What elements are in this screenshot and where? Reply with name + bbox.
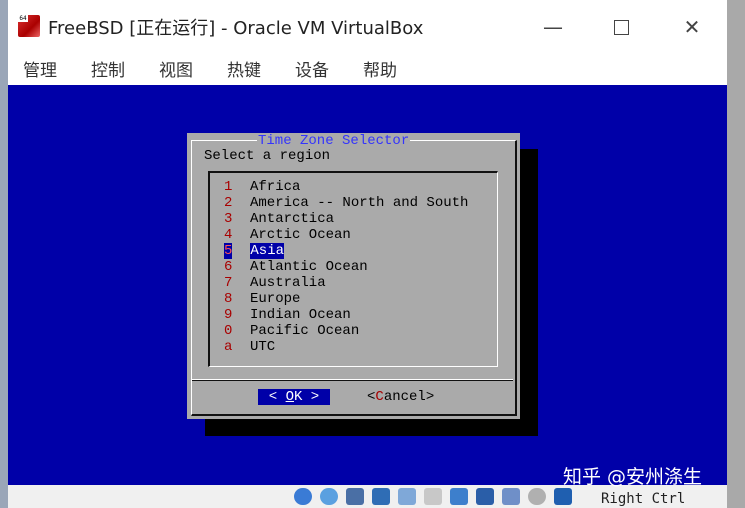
shared-folders-icon[interactable] <box>424 488 442 505</box>
hard-disk-icon[interactable] <box>294 488 312 505</box>
maximize-button[interactable] <box>608 14 634 40</box>
list-item-label: America -- North and South <box>250 195 469 211</box>
virtualbox-app-icon: 64 <box>18 15 40 37</box>
list-item[interactable]: 1 Africa <box>224 179 300 195</box>
minimize-button[interactable]: — <box>540 14 566 40</box>
list-item[interactable]: 4 Arctic Ocean <box>224 227 351 243</box>
watermark-text: 知乎 @安州涤生 <box>563 466 703 488</box>
cancel-button[interactable]: <Cancel> <box>367 389 434 405</box>
cancel-hotkey: C <box>375 389 384 405</box>
list-item[interactable]: a UTC <box>224 339 275 355</box>
list-item-key: 9 <box>224 307 233 323</box>
ok-hotkey: O <box>285 389 294 405</box>
list-item-label: Asia <box>250 243 285 259</box>
dialog-separator <box>192 379 513 381</box>
list-item-key: 0 <box>224 323 233 339</box>
menu-devices[interactable]: 设备 <box>295 56 329 81</box>
list-item-label: Indian Ocean <box>250 307 351 323</box>
dialog-title: Time Zone Selector <box>257 133 411 149</box>
list-item-key: 4 <box>224 227 233 243</box>
timezone-selector-dialog: Time Zone Selector Select a region 1 Afri… <box>187 133 520 419</box>
background-desktop-right <box>727 0 745 508</box>
keyboard-capture-icon[interactable] <box>554 488 572 505</box>
dialog-prompt: Select a region <box>204 148 331 164</box>
list-item-label: Arctic Ocean <box>250 227 351 243</box>
menu-help[interactable]: 帮助 <box>363 56 397 81</box>
close-button[interactable]: ✕ <box>679 14 705 40</box>
list-item-selected[interactable]: 5 Asia <box>224 243 285 259</box>
app-icon-badge: 64 <box>18 15 28 22</box>
list-item-key: 8 <box>224 291 233 307</box>
recording-icon[interactable] <box>476 488 494 505</box>
menu-bar: 管理 控制 视图 热键 设备 帮助 <box>8 52 727 84</box>
list-item[interactable]: 6 Atlantic Ocean <box>224 259 368 275</box>
mouse-integration-icon[interactable] <box>528 488 546 505</box>
ok-button[interactable]: < OK > <box>258 389 330 405</box>
title-bar[interactable]: 64 FreeBSD [正在运行] - Oracle VM VirtualBox… <box>8 0 727 52</box>
list-item-key: 1 <box>224 179 233 195</box>
list-item-label: Antarctica <box>250 211 335 227</box>
usb-icon[interactable] <box>398 488 416 505</box>
audio-icon[interactable] <box>346 488 364 505</box>
region-list: 1 Africa 2 America -- North and South 3 Ant… <box>208 171 498 367</box>
list-item-label: Pacific Ocean <box>250 323 360 339</box>
network-icon[interactable] <box>372 488 390 505</box>
vt-x-icon[interactable] <box>502 488 520 505</box>
list-item[interactable]: 3 Antarctica <box>224 211 334 227</box>
list-item-key: 6 <box>224 259 233 275</box>
menu-hotkeys[interactable]: 热键 <box>227 56 261 81</box>
maximize-icon <box>613 20 629 35</box>
optical-drive-icon[interactable] <box>320 488 338 505</box>
menu-manage[interactable]: 管理 <box>23 56 57 81</box>
list-item-key: 7 <box>224 275 233 291</box>
ok-bracket-right: > <box>302 389 320 405</box>
list-item-key: 5 <box>224 243 233 259</box>
window-title: FreeBSD [正在运行] - Oracle VM VirtualBox <box>48 18 424 39</box>
list-item[interactable]: 2 America -- North and South <box>224 195 468 211</box>
list-item[interactable]: 9 Indian Ocean <box>224 307 351 323</box>
list-item-label: UTC <box>250 339 276 355</box>
menu-control[interactable]: 控制 <box>91 56 125 81</box>
menu-view[interactable]: 视图 <box>159 56 193 81</box>
list-item[interactable]: 0 Pacific Ocean <box>224 323 359 339</box>
list-item-key: 3 <box>224 211 233 227</box>
list-item-label: Atlantic Ocean <box>250 259 368 275</box>
background-desktop-left <box>0 0 8 508</box>
list-item[interactable]: 7 Australia <box>224 275 326 291</box>
list-item-key: 2 <box>224 195 233 211</box>
list-item-key: a <box>224 339 233 355</box>
host-key-label: Right Ctrl <box>601 491 686 507</box>
list-item[interactable]: 8 Europe <box>224 291 300 307</box>
list-item-label: Africa <box>250 179 301 195</box>
display-icon[interactable] <box>450 488 468 505</box>
cancel-label-rest: ancel <box>383 389 426 405</box>
list-item-label: Europe <box>250 291 301 307</box>
cancel-bracket-right: > <box>425 389 435 405</box>
ok-bracket-left: < <box>268 389 286 405</box>
list-item-label: Australia <box>250 275 326 291</box>
